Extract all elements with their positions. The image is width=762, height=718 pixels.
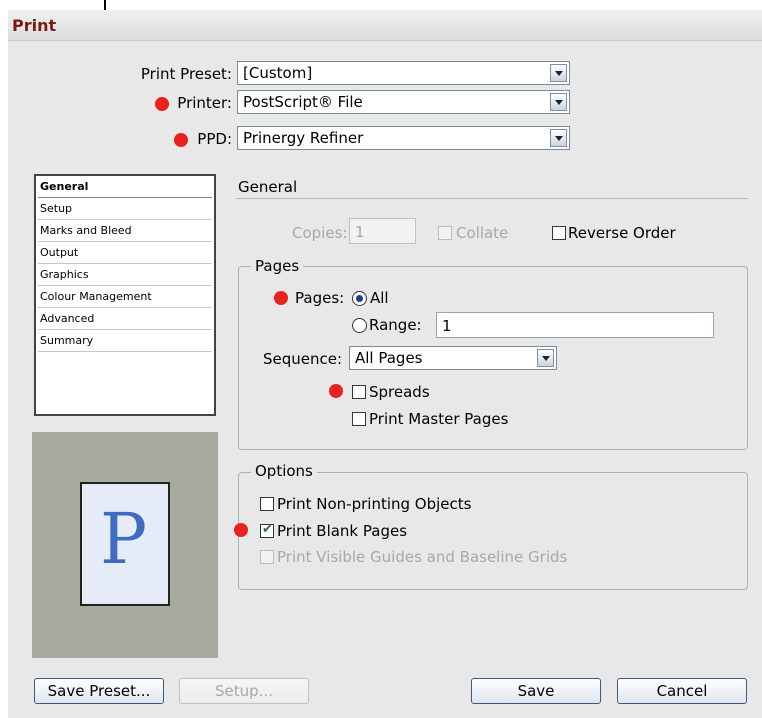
pages-group-title: Pages bbox=[251, 257, 304, 275]
pages-range-label: Range: bbox=[369, 316, 422, 334]
print-master-pages-label: Print Master Pages bbox=[369, 410, 509, 428]
marker-dot-icon bbox=[155, 97, 169, 111]
preview-letter: P bbox=[100, 498, 148, 580]
sidebar-item-graphics[interactable]: Graphics bbox=[38, 264, 212, 286]
print-dialog: Print Print Preset: [Custom] Printer: Po… bbox=[8, 10, 762, 718]
chevron-down-icon[interactable] bbox=[550, 64, 567, 82]
marker-dot-icon bbox=[329, 384, 343, 398]
spreads-label: Spreads bbox=[369, 383, 430, 401]
page-preview: P bbox=[32, 432, 218, 658]
chevron-down-icon[interactable] bbox=[550, 129, 567, 147]
sequence-select[interactable]: All Pages bbox=[349, 346, 557, 370]
collate-checkbox[interactable] bbox=[438, 226, 452, 240]
pages-range-radio[interactable] bbox=[352, 318, 367, 333]
range-input[interactable]: 1 bbox=[436, 312, 714, 338]
reverse-order-checkbox[interactable] bbox=[552, 226, 566, 240]
print-blank-pages-checkbox[interactable] bbox=[260, 522, 274, 538]
ppd-label: PPD: bbox=[197, 130, 232, 148]
sidebar-item-colour-management[interactable]: Colour Management bbox=[38, 286, 212, 308]
sequence-value: All Pages bbox=[355, 349, 423, 367]
chevron-down-icon[interactable] bbox=[537, 349, 554, 367]
ppd-value: Prinergy Refiner bbox=[243, 129, 364, 147]
print-category-list[interactable]: General Setup Marks and Bleed Output Gra… bbox=[34, 174, 216, 416]
marker-dot-icon bbox=[234, 523, 248, 537]
title-bar: Print bbox=[8, 10, 762, 41]
spreads-checkbox[interactable] bbox=[352, 385, 366, 399]
printer-value: PostScript® File bbox=[243, 93, 363, 111]
print-guides-checkbox[interactable] bbox=[260, 550, 274, 564]
sidebar-empty-row bbox=[38, 352, 212, 374]
sidebar-item-output[interactable]: Output bbox=[38, 242, 212, 264]
copies-value: 1 bbox=[355, 223, 365, 241]
chevron-down-icon[interactable] bbox=[550, 93, 567, 111]
sidebar-item-setup[interactable]: Setup bbox=[38, 198, 212, 220]
setup-button[interactable]: Setup... bbox=[179, 678, 309, 704]
pages-all-radio[interactable] bbox=[352, 291, 367, 306]
print-non-printing-label: Print Non-printing Objects bbox=[277, 495, 472, 513]
sidebar-item-marks-and-bleed[interactable]: Marks and Bleed bbox=[38, 220, 212, 242]
print-preset-select[interactable]: [Custom] bbox=[237, 61, 570, 85]
save-preset-button[interactable]: Save Preset... bbox=[34, 678, 164, 704]
sidebar-item-general[interactable]: General bbox=[38, 176, 212, 198]
print-non-printing-checkbox[interactable] bbox=[260, 497, 274, 511]
print-master-pages-checkbox[interactable] bbox=[352, 412, 366, 426]
save-button[interactable]: Save bbox=[471, 678, 601, 704]
range-value: 1 bbox=[442, 317, 452, 335]
sidebar-item-advanced[interactable]: Advanced bbox=[38, 308, 212, 330]
marker-dot-icon bbox=[274, 291, 288, 305]
options-group-title: Options bbox=[251, 462, 317, 480]
collate-label: Collate bbox=[456, 224, 509, 242]
section-title: General bbox=[238, 178, 298, 196]
copies-label: Copies: bbox=[292, 224, 348, 242]
print-preset-value: [Custom] bbox=[243, 64, 313, 82]
sidebar-item-summary[interactable]: Summary bbox=[38, 330, 212, 352]
printer-select[interactable]: PostScript® File bbox=[237, 90, 570, 114]
print-blank-pages-label: Print Blank Pages bbox=[277, 522, 408, 540]
copies-input[interactable]: 1 bbox=[349, 218, 416, 244]
ppd-select[interactable]: Prinergy Refiner bbox=[237, 126, 570, 150]
sequence-label: Sequence: bbox=[262, 350, 342, 368]
preview-page: P bbox=[80, 482, 170, 606]
dialog-title: Print bbox=[12, 16, 57, 35]
printer-label: Printer: bbox=[177, 94, 232, 112]
section-divider bbox=[236, 198, 748, 199]
pages-all-label: All bbox=[370, 289, 389, 307]
print-guides-label: Print Visible Guides and Baseline Grids bbox=[277, 548, 568, 566]
pages-label: Pages: bbox=[295, 289, 345, 307]
marker-dot-icon bbox=[174, 133, 188, 147]
print-preset-label: Print Preset: bbox=[140, 65, 232, 83]
cancel-button[interactable]: Cancel bbox=[617, 678, 747, 704]
reverse-order-label: Reverse Order bbox=[568, 224, 676, 242]
